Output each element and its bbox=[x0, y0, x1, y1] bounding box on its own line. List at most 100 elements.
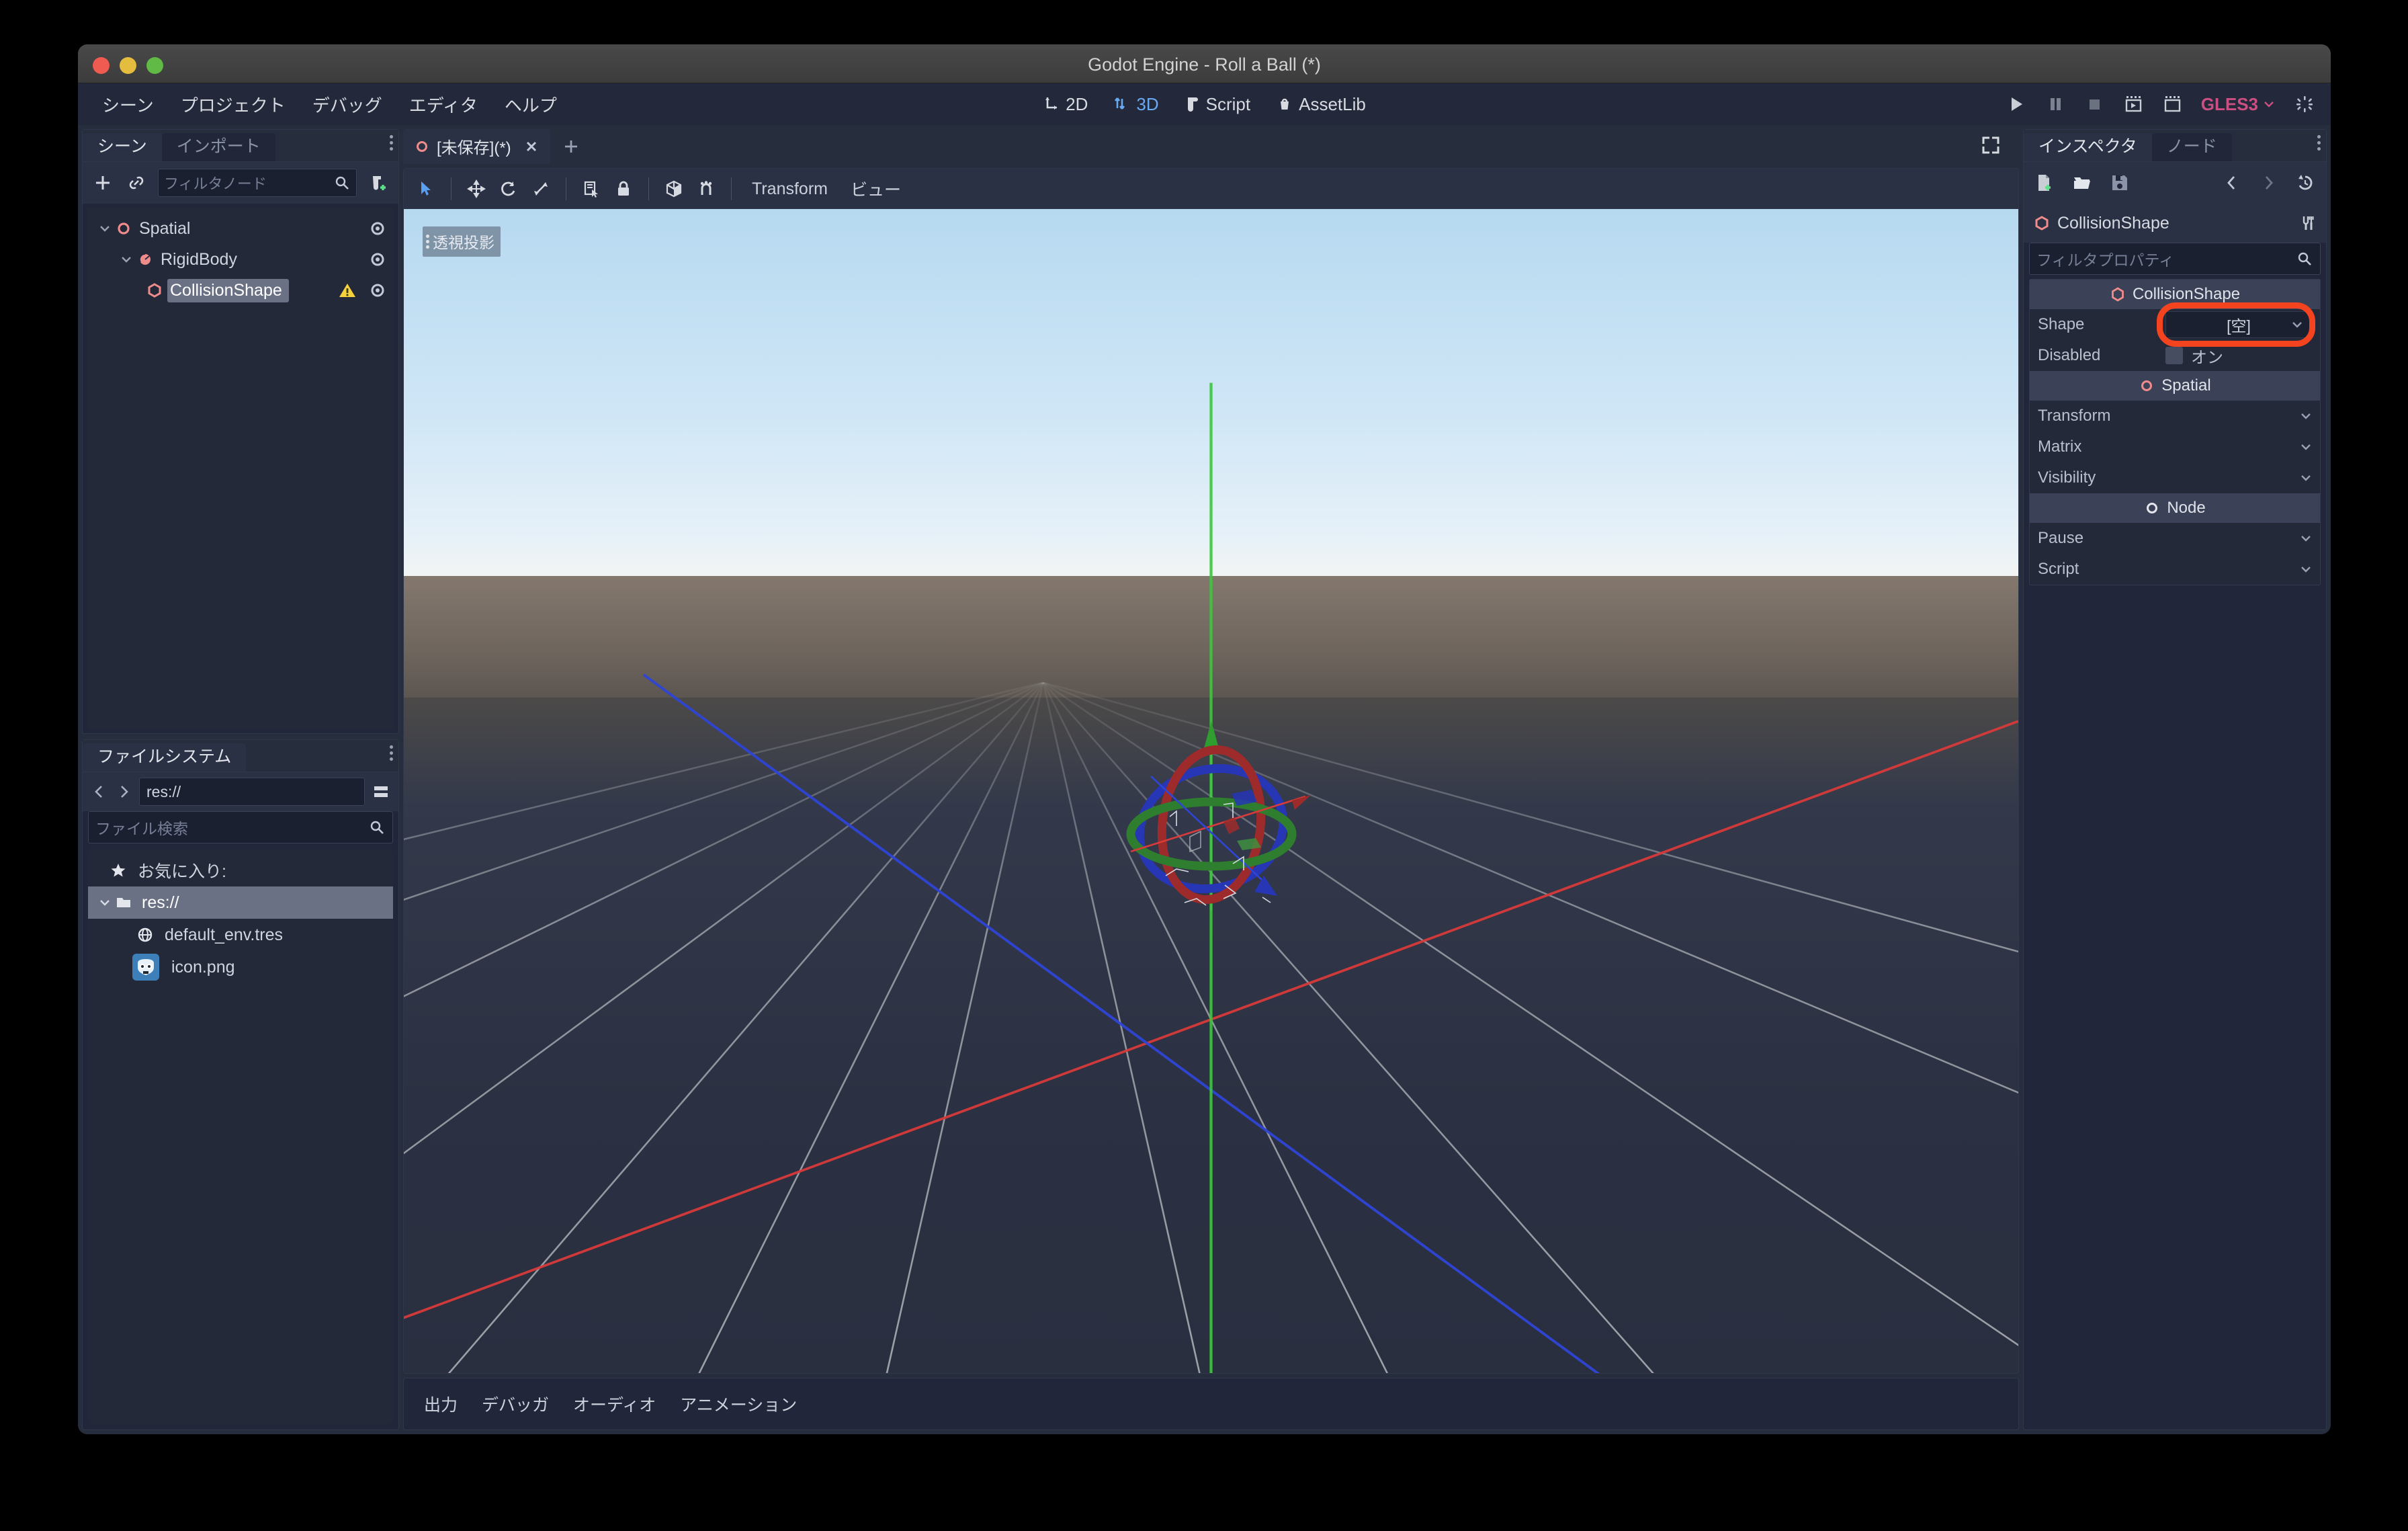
add-scene-tab-button[interactable] bbox=[561, 136, 581, 157]
property-group-pause[interactable]: Pause bbox=[2030, 523, 2320, 554]
tree-row[interactable]: RigidBody bbox=[87, 244, 394, 275]
list-item-label: icon.png bbox=[171, 957, 235, 977]
filter-nodes-input[interactable]: フィルタノード bbox=[158, 169, 357, 197]
2d-icon bbox=[1043, 95, 1060, 113]
chevron-down-icon bbox=[2298, 531, 2313, 546]
filesystem-tree[interactable]: お気に入り: res:// default_env.tres icon.png bbox=[88, 849, 393, 1424]
property-group-matrix[interactable]: Matrix bbox=[2030, 431, 2320, 462]
scale-mode-icon[interactable] bbox=[525, 173, 556, 204]
visibility-toggle-icon[interactable] bbox=[369, 282, 386, 299]
scene-tab-unsaved[interactable]: [未保存](*) bbox=[403, 129, 550, 164]
tab-assetlib[interactable]: AssetLib bbox=[1266, 90, 1375, 119]
link-icon[interactable] bbox=[124, 171, 148, 195]
distraction-free-icon[interactable] bbox=[1980, 134, 2002, 156]
chevron-down-icon[interactable] bbox=[119, 252, 134, 267]
move-mode-icon[interactable] bbox=[461, 173, 492, 204]
tab-import[interactable]: インポート bbox=[161, 133, 275, 161]
filesystem-search-input[interactable]: ファイル検索 bbox=[88, 811, 393, 843]
tab-2d[interactable]: 2D bbox=[1033, 90, 1097, 119]
perspective-label[interactable]: 透視投影 bbox=[423, 226, 501, 257]
tab-filesystem[interactable]: ファイルシステム bbox=[83, 743, 247, 772]
menu-editor[interactable]: エディタ bbox=[396, 87, 491, 122]
snap-icon[interactable] bbox=[691, 173, 722, 204]
3d-viewport[interactable]: 透視投影 bbox=[404, 209, 2018, 1373]
open-folder-icon[interactable] bbox=[2072, 173, 2092, 193]
tab-node[interactable]: ノード bbox=[2151, 133, 2232, 161]
tab-scene[interactable]: シーン bbox=[83, 133, 162, 161]
stop-icon[interactable] bbox=[2084, 94, 2104, 114]
inspector-property-list: CollisionShape Shape [空] Disabled オン Spa… bbox=[2029, 279, 2321, 585]
play-scene-icon[interactable] bbox=[2123, 94, 2143, 114]
bottom-tab-output[interactable]: 出力 bbox=[424, 1392, 458, 1416]
tab-inspector[interactable]: インスペクタ bbox=[2024, 133, 2152, 161]
tab-script-label: Script bbox=[1205, 93, 1251, 114]
viewport-menu-view[interactable]: ビュー bbox=[840, 173, 912, 205]
pause-icon[interactable] bbox=[2045, 94, 2065, 114]
window-title: Godot Engine - Roll a Ball (*) bbox=[1088, 54, 1321, 75]
tree-row[interactable]: CollisionShape bbox=[87, 275, 394, 306]
rotate-mode-icon[interactable] bbox=[493, 173, 524, 204]
list-item[interactable]: お気に入り: bbox=[88, 854, 393, 886]
disabled-value-label: オン bbox=[2191, 348, 2223, 367]
tree-row[interactable]: Spatial bbox=[87, 213, 394, 244]
property-group-visibility[interactable]: Visibility bbox=[2030, 462, 2320, 493]
attach-script-icon[interactable] bbox=[366, 171, 390, 195]
warning-icon[interactable] bbox=[338, 281, 357, 300]
property-group-transform[interactable]: Transform bbox=[2030, 401, 2320, 431]
chevron-right-icon[interactable] bbox=[2259, 173, 2278, 192]
renderer-selector[interactable]: GLES3 bbox=[2201, 94, 2276, 115]
viewport-menu-transform[interactable]: Transform bbox=[741, 175, 838, 203]
visibility-toggle-icon[interactable] bbox=[369, 220, 386, 237]
play-icon[interactable] bbox=[2006, 94, 2026, 114]
property-group-script[interactable]: Script bbox=[2030, 554, 2320, 585]
shape-resource-dropdown[interactable]: [空] bbox=[2157, 302, 2315, 347]
disabled-checkbox[interactable] bbox=[2165, 347, 2183, 364]
chevron-down-icon bbox=[2290, 317, 2305, 332]
inspector-filter-input[interactable]: フィルタプロパティ bbox=[2029, 243, 2321, 275]
filesystem-dock-menu-button[interactable] bbox=[390, 745, 393, 761]
bottom-tab-debugger[interactable]: デバッガ bbox=[482, 1392, 549, 1416]
chevron-down-icon[interactable] bbox=[97, 895, 112, 910]
window-titlebar: Godot Engine - Roll a Ball (*) bbox=[78, 44, 2331, 83]
menu-debug[interactable]: デバッグ bbox=[299, 87, 396, 122]
menu-help[interactable]: ヘルプ bbox=[491, 87, 570, 122]
play-custom-scene-icon[interactable] bbox=[2162, 94, 2182, 114]
inspector-object-header: CollisionShape bbox=[2024, 204, 2326, 243]
chevron-down-icon[interactable] bbox=[97, 221, 112, 236]
inspector-dock-tabs: インスペクタ ノード bbox=[2024, 130, 2326, 162]
plus-icon[interactable] bbox=[91, 171, 115, 195]
chevron-left-icon[interactable] bbox=[2223, 173, 2241, 192]
bottom-tab-audio[interactable]: オーディオ bbox=[573, 1392, 656, 1416]
menu-project[interactable]: プロジェクト bbox=[167, 87, 299, 122]
lock-icon[interactable] bbox=[608, 173, 639, 204]
category-row[interactable]: Spatial bbox=[2030, 371, 2320, 401]
list-item[interactable]: icon.png bbox=[88, 951, 393, 983]
tab-script[interactable]: Script bbox=[1175, 90, 1260, 119]
property-label: Pause bbox=[2038, 529, 2084, 547]
bottom-tab-animation[interactable]: アニメーション bbox=[680, 1392, 797, 1416]
chevron-right-icon[interactable] bbox=[115, 783, 132, 800]
toggle-split-mode-icon[interactable] bbox=[372, 782, 390, 801]
chevron-down-icon bbox=[2298, 562, 2313, 577]
chevron-left-icon[interactable] bbox=[91, 783, 108, 800]
close-icon[interactable] bbox=[523, 138, 540, 155]
scene-dock-menu-button[interactable] bbox=[390, 135, 393, 151]
local-space-icon[interactable] bbox=[658, 173, 689, 204]
menu-scene[interactable]: シーン bbox=[89, 87, 167, 122]
list-select-icon[interactable] bbox=[576, 173, 607, 204]
save-icon[interactable] bbox=[2110, 173, 2130, 193]
tab-3d[interactable]: 3D bbox=[1104, 90, 1168, 119]
visibility-toggle-icon[interactable] bbox=[369, 251, 386, 268]
inspector-dock-menu-button[interactable] bbox=[2317, 135, 2321, 151]
select-mode-icon[interactable] bbox=[411, 173, 441, 204]
object-tools-icon[interactable] bbox=[2298, 214, 2317, 233]
rotate-gizmo-three-rings[interactable] bbox=[1090, 709, 1332, 931]
category-row[interactable]: CollisionShape bbox=[2030, 280, 2320, 309]
new-resource-icon[interactable] bbox=[2034, 173, 2055, 193]
filesystem-path-field[interactable]: res:// bbox=[139, 778, 365, 806]
category-row[interactable]: Node bbox=[2030, 493, 2320, 523]
list-item[interactable]: res:// bbox=[88, 886, 393, 919]
history-icon[interactable] bbox=[2295, 173, 2315, 193]
scene-tree[interactable]: Spatial RigidBody CollisionShape bbox=[87, 208, 394, 729]
list-item[interactable]: default_env.tres bbox=[88, 919, 393, 951]
